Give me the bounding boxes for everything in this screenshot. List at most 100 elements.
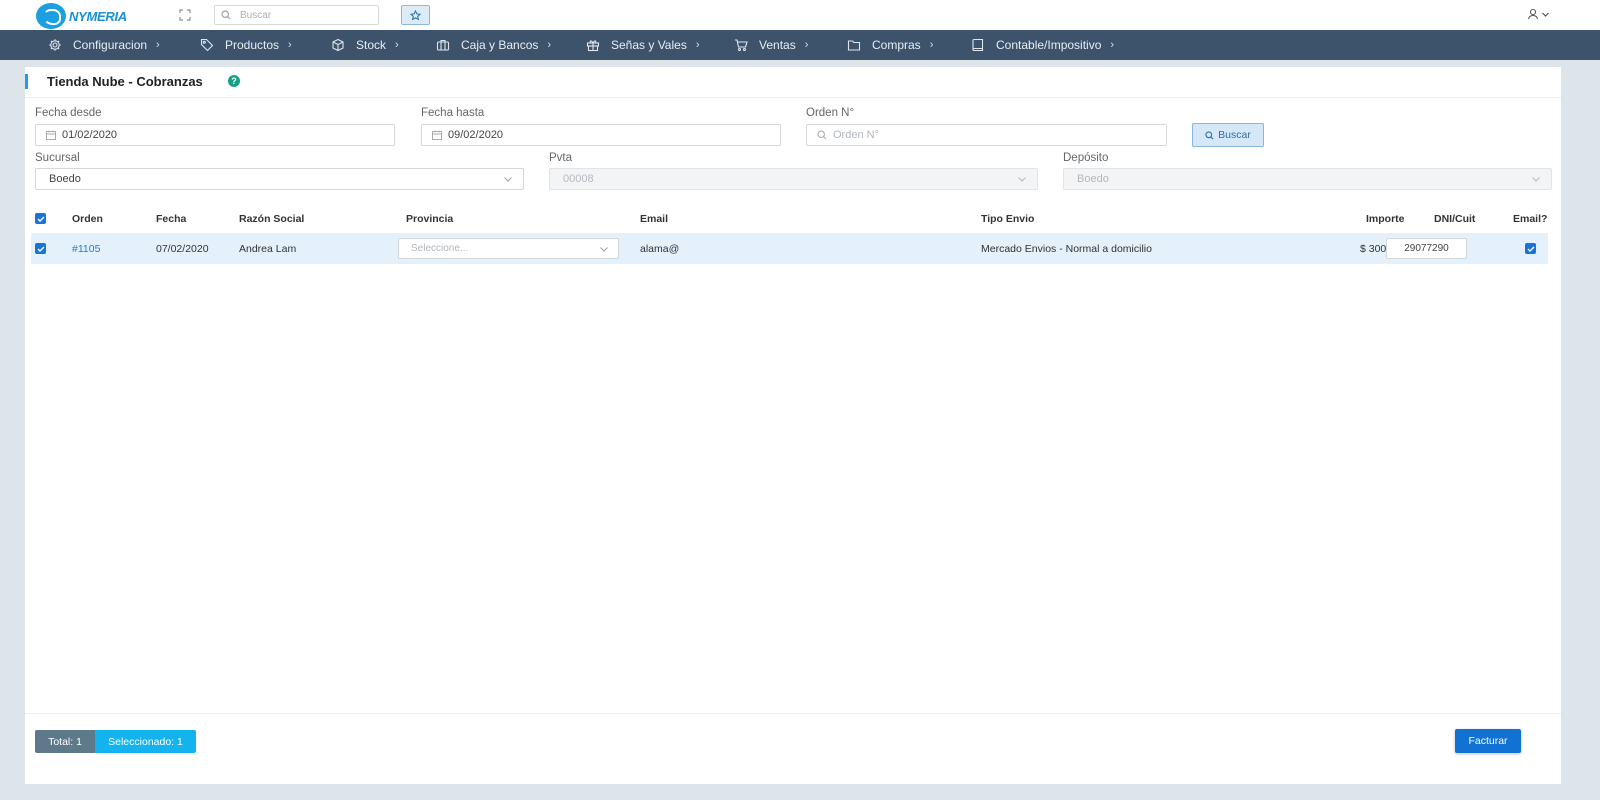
orden-label: Orden N° <box>806 107 855 119</box>
chevron-down-icon <box>599 244 609 254</box>
nav-item-senas-y-vales[interactable]: Señas y Vales › <box>586 30 700 60</box>
buscar-button[interactable]: Buscar <box>1192 123 1264 147</box>
top-bar: NYMERIA <box>0 0 1600 30</box>
fecha-desde-label: Fecha desde <box>35 107 102 119</box>
main-card: Tienda Nube - Cobranzas ? Fecha desde 01… <box>25 67 1561 784</box>
global-search-input[interactable] <box>240 9 360 21</box>
cell-email: alama@ <box>640 243 680 255</box>
deposito-label: Depósito <box>1063 152 1109 164</box>
orden-field[interactable]: Orden N° <box>806 124 1167 146</box>
calendar-icon <box>46 130 56 140</box>
nav-item-label: Configuracion <box>73 38 148 52</box>
order-link[interactable]: #1105 <box>72 243 100 255</box>
sucursal-select[interactable]: Boedo <box>35 168 524 190</box>
nav-item-label: Señas y Vales <box>611 38 687 52</box>
buscar-label: Buscar <box>1218 129 1251 141</box>
col-header-orden[interactable]: Orden <box>72 213 103 225</box>
card-header: Tienda Nube - Cobranzas ? <box>25 67 1561 98</box>
folder-icon <box>847 38 861 52</box>
pvta-select: 00008 <box>549 168 1038 190</box>
star-icon <box>410 9 421 20</box>
wolf-logo-icon <box>36 3 66 29</box>
chevron-down-icon <box>1542 12 1549 17</box>
fecha-desde-field[interactable]: 01/02/2020 <box>35 124 395 146</box>
app-logo-text: NYMERIA <box>69 8 127 24</box>
nav-item-productos[interactable]: Productos › <box>200 30 292 60</box>
chevron-right-icon: › <box>156 39 160 51</box>
nav-item-configuracion[interactable]: Configuracion › <box>48 30 160 60</box>
checkmark-icon <box>37 246 44 252</box>
orden-placeholder: Orden N° <box>833 129 879 141</box>
col-header-tipo-envio[interactable]: Tipo Envio <box>981 213 1034 225</box>
page-title: Tienda Nube - Cobranzas <box>47 74 203 89</box>
nav-item-label: Stock <box>356 38 387 52</box>
selected-badge: Seleccionado: 1 <box>95 730 196 753</box>
gear-icon <box>48 38 62 52</box>
global-search[interactable] <box>214 5 379 25</box>
user-menu[interactable] <box>1527 8 1550 20</box>
checkmark-icon <box>1527 246 1534 252</box>
chevron-down-icon <box>1531 174 1541 184</box>
chevron-right-icon: › <box>547 39 552 51</box>
chevron-down-icon <box>503 174 513 184</box>
deposito-select: Boedo <box>1063 168 1552 190</box>
search-icon <box>221 10 231 20</box>
cell-tipo-envio: Mercado Envios - Normal a domicilio <box>981 243 1152 255</box>
help-icon[interactable]: ? <box>228 75 240 87</box>
row-select-checkbox[interactable] <box>35 243 46 254</box>
dni-cuit-input[interactable]: 29077290 <box>1386 238 1467 259</box>
deposito-value: Boedo <box>1077 173 1109 185</box>
nav-item-contable-impositivo[interactable]: Contable/Impositivo › <box>971 30 1114 60</box>
cell-razon-social: Andrea Lam <box>239 243 297 255</box>
nav-item-caja-y-bancos[interactable]: Caja y Bancos › <box>436 30 551 60</box>
send-email-checkbox[interactable] <box>1525 243 1536 254</box>
facturar-button[interactable]: Facturar <box>1455 729 1521 753</box>
total-badge: Total: 1 <box>35 730 95 753</box>
search-icon <box>1205 130 1214 139</box>
box-icon <box>331 38 345 52</box>
nav-item-compras[interactable]: Compras › <box>847 30 933 60</box>
col-header-importe[interactable]: Importe <box>1366 213 1405 225</box>
nav-item-label: Contable/Impositivo <box>996 38 1102 52</box>
main-nav: Configuracion › Productos › Stock › Caja… <box>0 30 1600 60</box>
nav-item-ventas[interactable]: Ventas › <box>734 30 808 60</box>
provincia-select[interactable]: Seleccione... <box>398 238 619 259</box>
nav-item-label: Ventas <box>759 38 796 52</box>
chevron-right-icon: › <box>695 39 700 51</box>
cart-icon <box>734 38 748 52</box>
select-all-checkbox[interactable] <box>35 213 46 224</box>
user-icon <box>1527 8 1539 20</box>
fecha-hasta-field[interactable]: 09/02/2020 <box>421 124 781 146</box>
nav-item-stock[interactable]: Stock › <box>331 30 399 60</box>
col-header-email[interactable]: Email <box>640 213 668 225</box>
chevron-down-icon <box>1017 174 1027 184</box>
search-icon <box>817 130 827 140</box>
gift-icon <box>586 38 600 52</box>
fecha-desde-value: 01/02/2020 <box>62 129 118 141</box>
favorites-button[interactable] <box>401 5 430 25</box>
footer-divider <box>25 713 1561 714</box>
pvta-value: 00008 <box>563 173 594 185</box>
chevron-right-icon: › <box>804 39 809 51</box>
nav-item-label: Caja y Bancos <box>461 38 539 52</box>
provincia-placeholder: Seleccione... <box>411 243 469 254</box>
fecha-hasta-value: 09/02/2020 <box>448 129 504 141</box>
calendar-icon <box>432 130 442 140</box>
fecha-hasta-label: Fecha hasta <box>421 107 485 119</box>
cell-fecha: 07/02/2020 <box>156 243 209 255</box>
col-header-razon-social[interactable]: Razón Social <box>239 213 304 225</box>
col-header-dni-cuit[interactable]: DNI/Cuit <box>1434 213 1475 225</box>
col-header-email-question[interactable]: Email? <box>1513 213 1547 225</box>
chevron-right-icon: › <box>1110 39 1115 51</box>
col-header-fecha[interactable]: Fecha <box>156 213 186 225</box>
chevron-right-icon: › <box>395 39 399 51</box>
nav-item-label: Compras <box>872 38 921 52</box>
tag-icon <box>200 38 214 52</box>
app-logo[interactable]: NYMERIA <box>36 3 127 29</box>
fullscreen-icon[interactable] <box>179 9 191 21</box>
sucursal-value: Boedo <box>49 173 81 185</box>
pvta-label: Pvta <box>549 152 573 164</box>
col-header-provincia[interactable]: Provincia <box>406 213 453 225</box>
nav-item-label: Productos <box>225 38 280 52</box>
chevron-right-icon: › <box>929 39 934 51</box>
